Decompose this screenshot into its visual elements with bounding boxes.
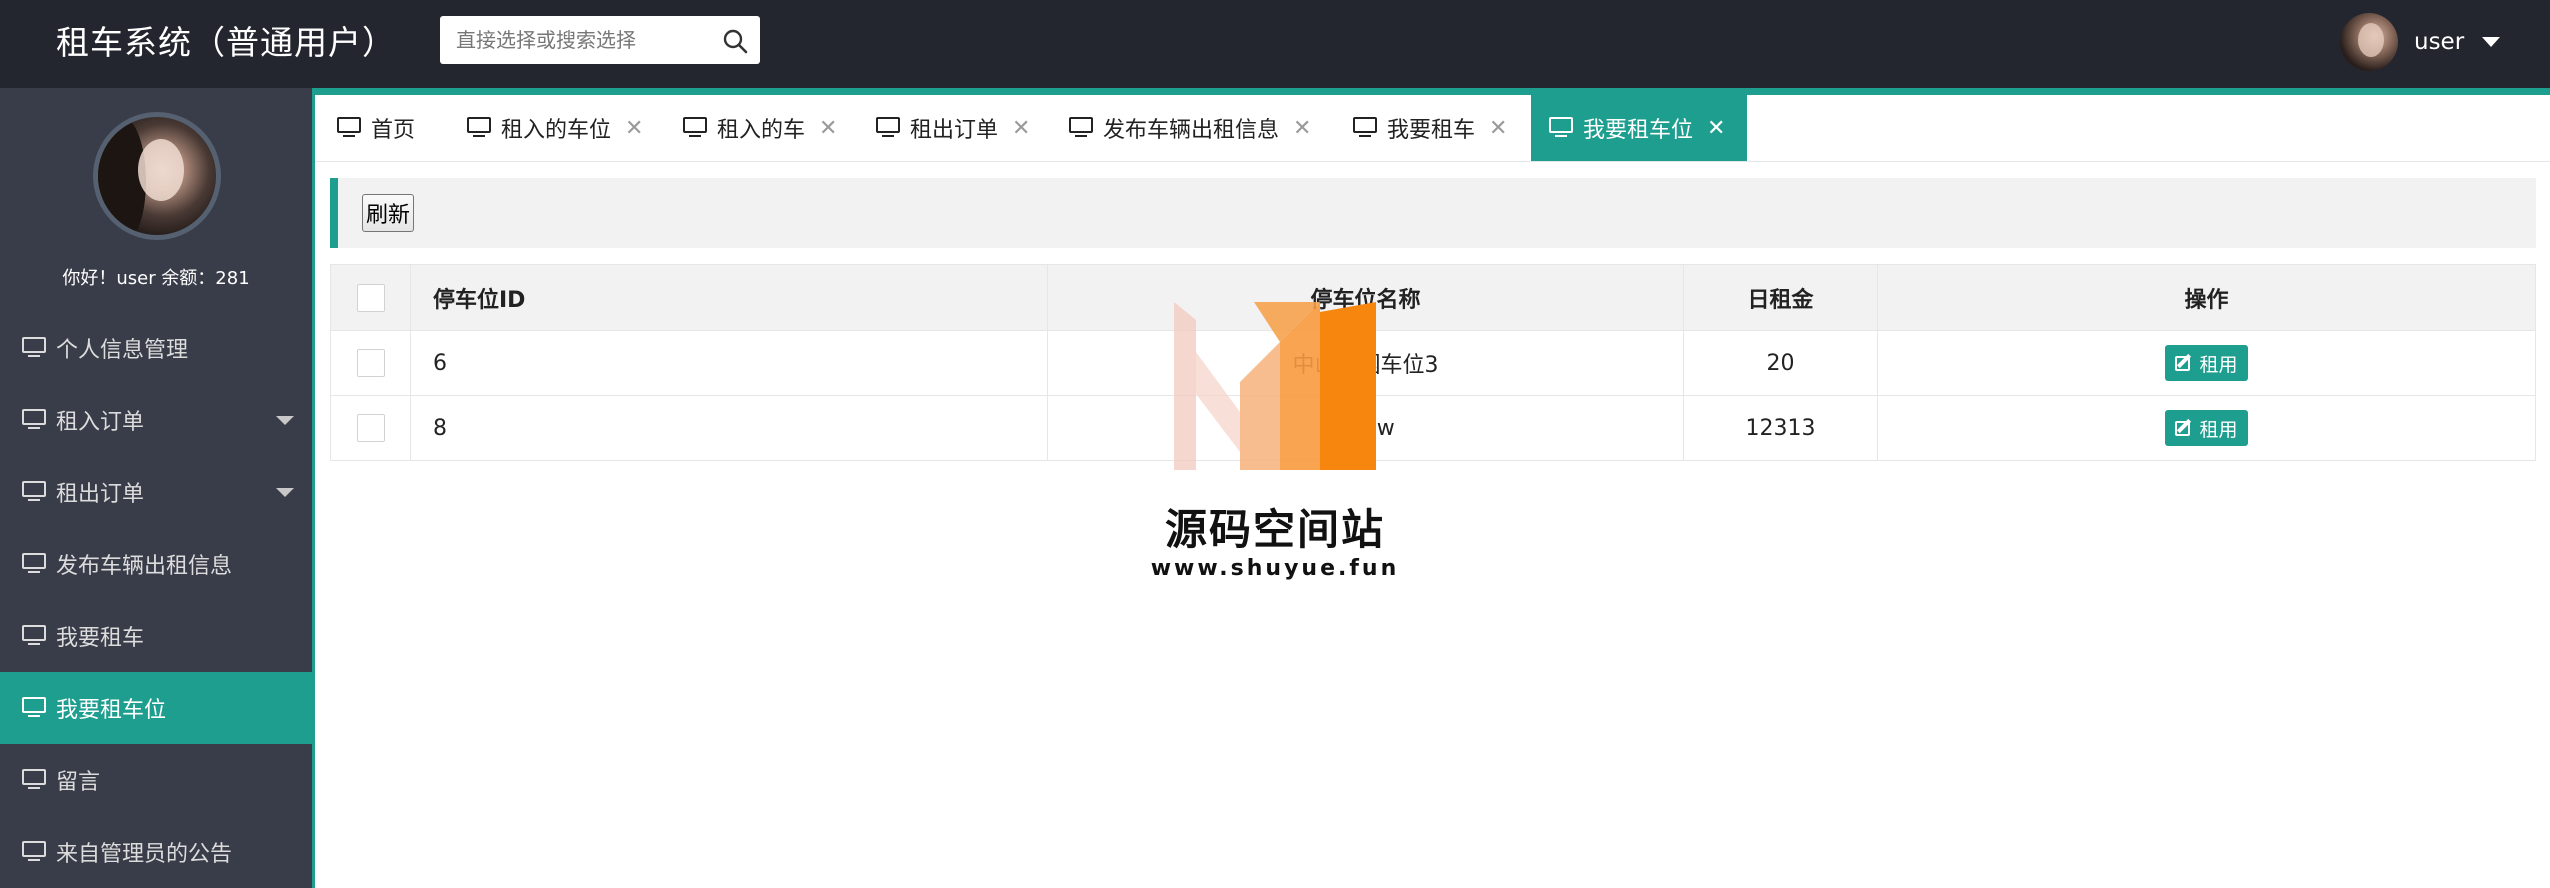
- table-row: 8 aaaw 12313 租用: [331, 395, 2535, 460]
- chevron-down-icon[interactable]: [276, 488, 294, 497]
- refresh-button[interactable]: 刷新: [362, 194, 415, 232]
- watermark-title: 源码空间站: [1164, 505, 1385, 554]
- parking-table: 停车位ID 停车位名称 日租金 操作 6 中山公园车位3 20 租用 8 aaa…: [330, 264, 2536, 461]
- sidebar-item-rent-car[interactable]: 我要租车: [0, 600, 312, 672]
- tab-rented-car[interactable]: 租入的车 ✕: [683, 95, 837, 161]
- monitor-icon: [22, 697, 46, 719]
- cell-rent: 20: [1683, 331, 1877, 395]
- header-check-cell: [331, 265, 410, 330]
- close-icon[interactable]: ✕: [625, 116, 643, 141]
- sidebar-item-label: 来自管理员的公告: [56, 842, 233, 867]
- watermark-url: www.shuyue.fun: [1150, 556, 1400, 581]
- tab-rent-car[interactable]: 我要租车 ✕: [1353, 95, 1507, 161]
- close-icon[interactable]: ✕: [1707, 116, 1725, 141]
- tab-bar: 首页 租入的车位 ✕ 租入的车 ✕ 租出订单 ✕ 发布车辆出租信息 ✕ 我要租车…: [315, 95, 2550, 162]
- monitor-icon: [1353, 117, 1377, 139]
- sidebar-item-label: 个人信息管理: [56, 338, 189, 363]
- monitor-icon: [22, 625, 46, 647]
- tab-label: 我要租车位: [1583, 118, 1694, 143]
- monitor-icon: [467, 117, 491, 139]
- avatar-face: [138, 139, 184, 201]
- user-name[interactable]: user: [2414, 29, 2464, 55]
- cell-rent: 12313: [1683, 396, 1877, 460]
- tab-rent-out-orders[interactable]: 租出订单 ✕: [876, 95, 1030, 161]
- tab-label: 租入的车: [717, 118, 806, 143]
- rent-button-label: 租用: [2199, 418, 2238, 441]
- row-checkbox[interactable]: [356, 414, 385, 442]
- rent-button[interactable]: 租用: [2165, 410, 2248, 446]
- watermark-logo-icon: [1174, 302, 1376, 470]
- search-box[interactable]: [440, 16, 760, 64]
- close-icon[interactable]: ✕: [1489, 116, 1507, 141]
- monitor-icon: [1549, 117, 1573, 139]
- tab-label: 租出订单: [910, 118, 999, 143]
- sidebar-item-messages[interactable]: 留言: [0, 744, 312, 816]
- close-icon[interactable]: ✕: [1012, 116, 1030, 141]
- sidebar-item-rent-parking[interactable]: 我要租车位: [0, 672, 312, 744]
- sidebar-item-label: 发布车辆出租信息: [56, 554, 233, 579]
- close-icon[interactable]: ✕: [1293, 116, 1311, 141]
- row-checkbox[interactable]: [356, 349, 385, 377]
- monitor-icon: [876, 117, 900, 139]
- table-toolbar: 刷新: [330, 178, 2536, 248]
- monitor-icon: [1069, 117, 1093, 139]
- user-avatar[interactable]: [2340, 13, 2398, 71]
- cell-id: 8: [410, 396, 1047, 460]
- top-header: 租车系统（普通用户） user: [0, 0, 2550, 88]
- row-check-cell: [331, 331, 410, 395]
- monitor-icon: [337, 117, 361, 139]
- monitor-icon: [22, 841, 46, 863]
- close-icon[interactable]: ✕: [819, 116, 837, 141]
- monitor-icon: [22, 553, 46, 575]
- sidebar-item-rent-out-orders[interactable]: 租出订单: [0, 456, 312, 528]
- column-header-action: 操作: [1877, 265, 2535, 330]
- tab-label: 租入的车位: [501, 118, 612, 143]
- column-header-id[interactable]: 停车位ID: [410, 265, 1047, 330]
- cell-action: 租用: [1877, 331, 2535, 395]
- sidebar-item-publish-car[interactable]: 发布车辆出租信息: [0, 528, 312, 600]
- sidebar-item-label: 留言: [56, 770, 101, 795]
- row-check-cell: [331, 396, 410, 460]
- sidebar-edge: [312, 88, 315, 888]
- sidebar-item-announcements[interactable]: 来自管理员的公告: [0, 816, 312, 888]
- tab-publish-car[interactable]: 发布车辆出租信息 ✕: [1069, 95, 1311, 161]
- table-row: 6 中山公园车位3 20 租用: [331, 330, 2535, 395]
- chevron-down-icon[interactable]: [276, 416, 294, 425]
- monitor-icon: [22, 337, 46, 359]
- tab-rented-parking[interactable]: 租入的车位 ✕: [467, 95, 643, 161]
- edit-icon: [2175, 419, 2193, 437]
- user-greeting: 你好！user 余额：281: [62, 268, 250, 289]
- chevron-down-icon[interactable]: [2482, 37, 2501, 47]
- tab-home[interactable]: 首页: [337, 95, 415, 161]
- rent-button[interactable]: 租用: [2165, 345, 2248, 381]
- tab-label: 发布车辆出租信息: [1103, 118, 1280, 143]
- tabs-accent-line: [315, 88, 2550, 95]
- user-menu[interactable]: user: [2340, 12, 2501, 72]
- monitor-icon: [22, 769, 46, 791]
- profile-avatar: [93, 112, 221, 240]
- sidebar-item-label: 租入订单: [56, 410, 145, 435]
- table-header-row: 停车位ID 停车位名称 日租金 操作: [331, 265, 2535, 330]
- app-title: 租车系统（普通用户）: [56, 23, 396, 62]
- select-all-checkbox[interactable]: [356, 283, 385, 312]
- sidebar-item-profile[interactable]: 个人信息管理: [0, 312, 312, 384]
- monitor-icon: [22, 409, 46, 431]
- sidebar-item-label: 我要租车: [56, 626, 145, 651]
- search-input[interactable]: [440, 16, 710, 64]
- sidebar-item-rent-in-orders[interactable]: 租入订单: [0, 384, 312, 456]
- tab-rent-parking[interactable]: 我要租车位 ✕: [1531, 95, 1747, 161]
- sidebar-item-label: 我要租车位: [56, 698, 167, 723]
- column-header-rent[interactable]: 日租金: [1683, 265, 1877, 330]
- rent-button-label: 租用: [2199, 353, 2238, 376]
- cell-id: 6: [410, 331, 1047, 395]
- edit-icon: [2175, 354, 2193, 372]
- tab-label: 我要租车: [1387, 118, 1476, 143]
- monitor-icon: [683, 117, 707, 139]
- search-icon[interactable]: [722, 28, 748, 54]
- tab-label: 首页: [371, 118, 416, 143]
- cell-action: 租用: [1877, 396, 2535, 460]
- sidebar-item-label: 租出订单: [56, 482, 145, 507]
- monitor-icon: [22, 481, 46, 503]
